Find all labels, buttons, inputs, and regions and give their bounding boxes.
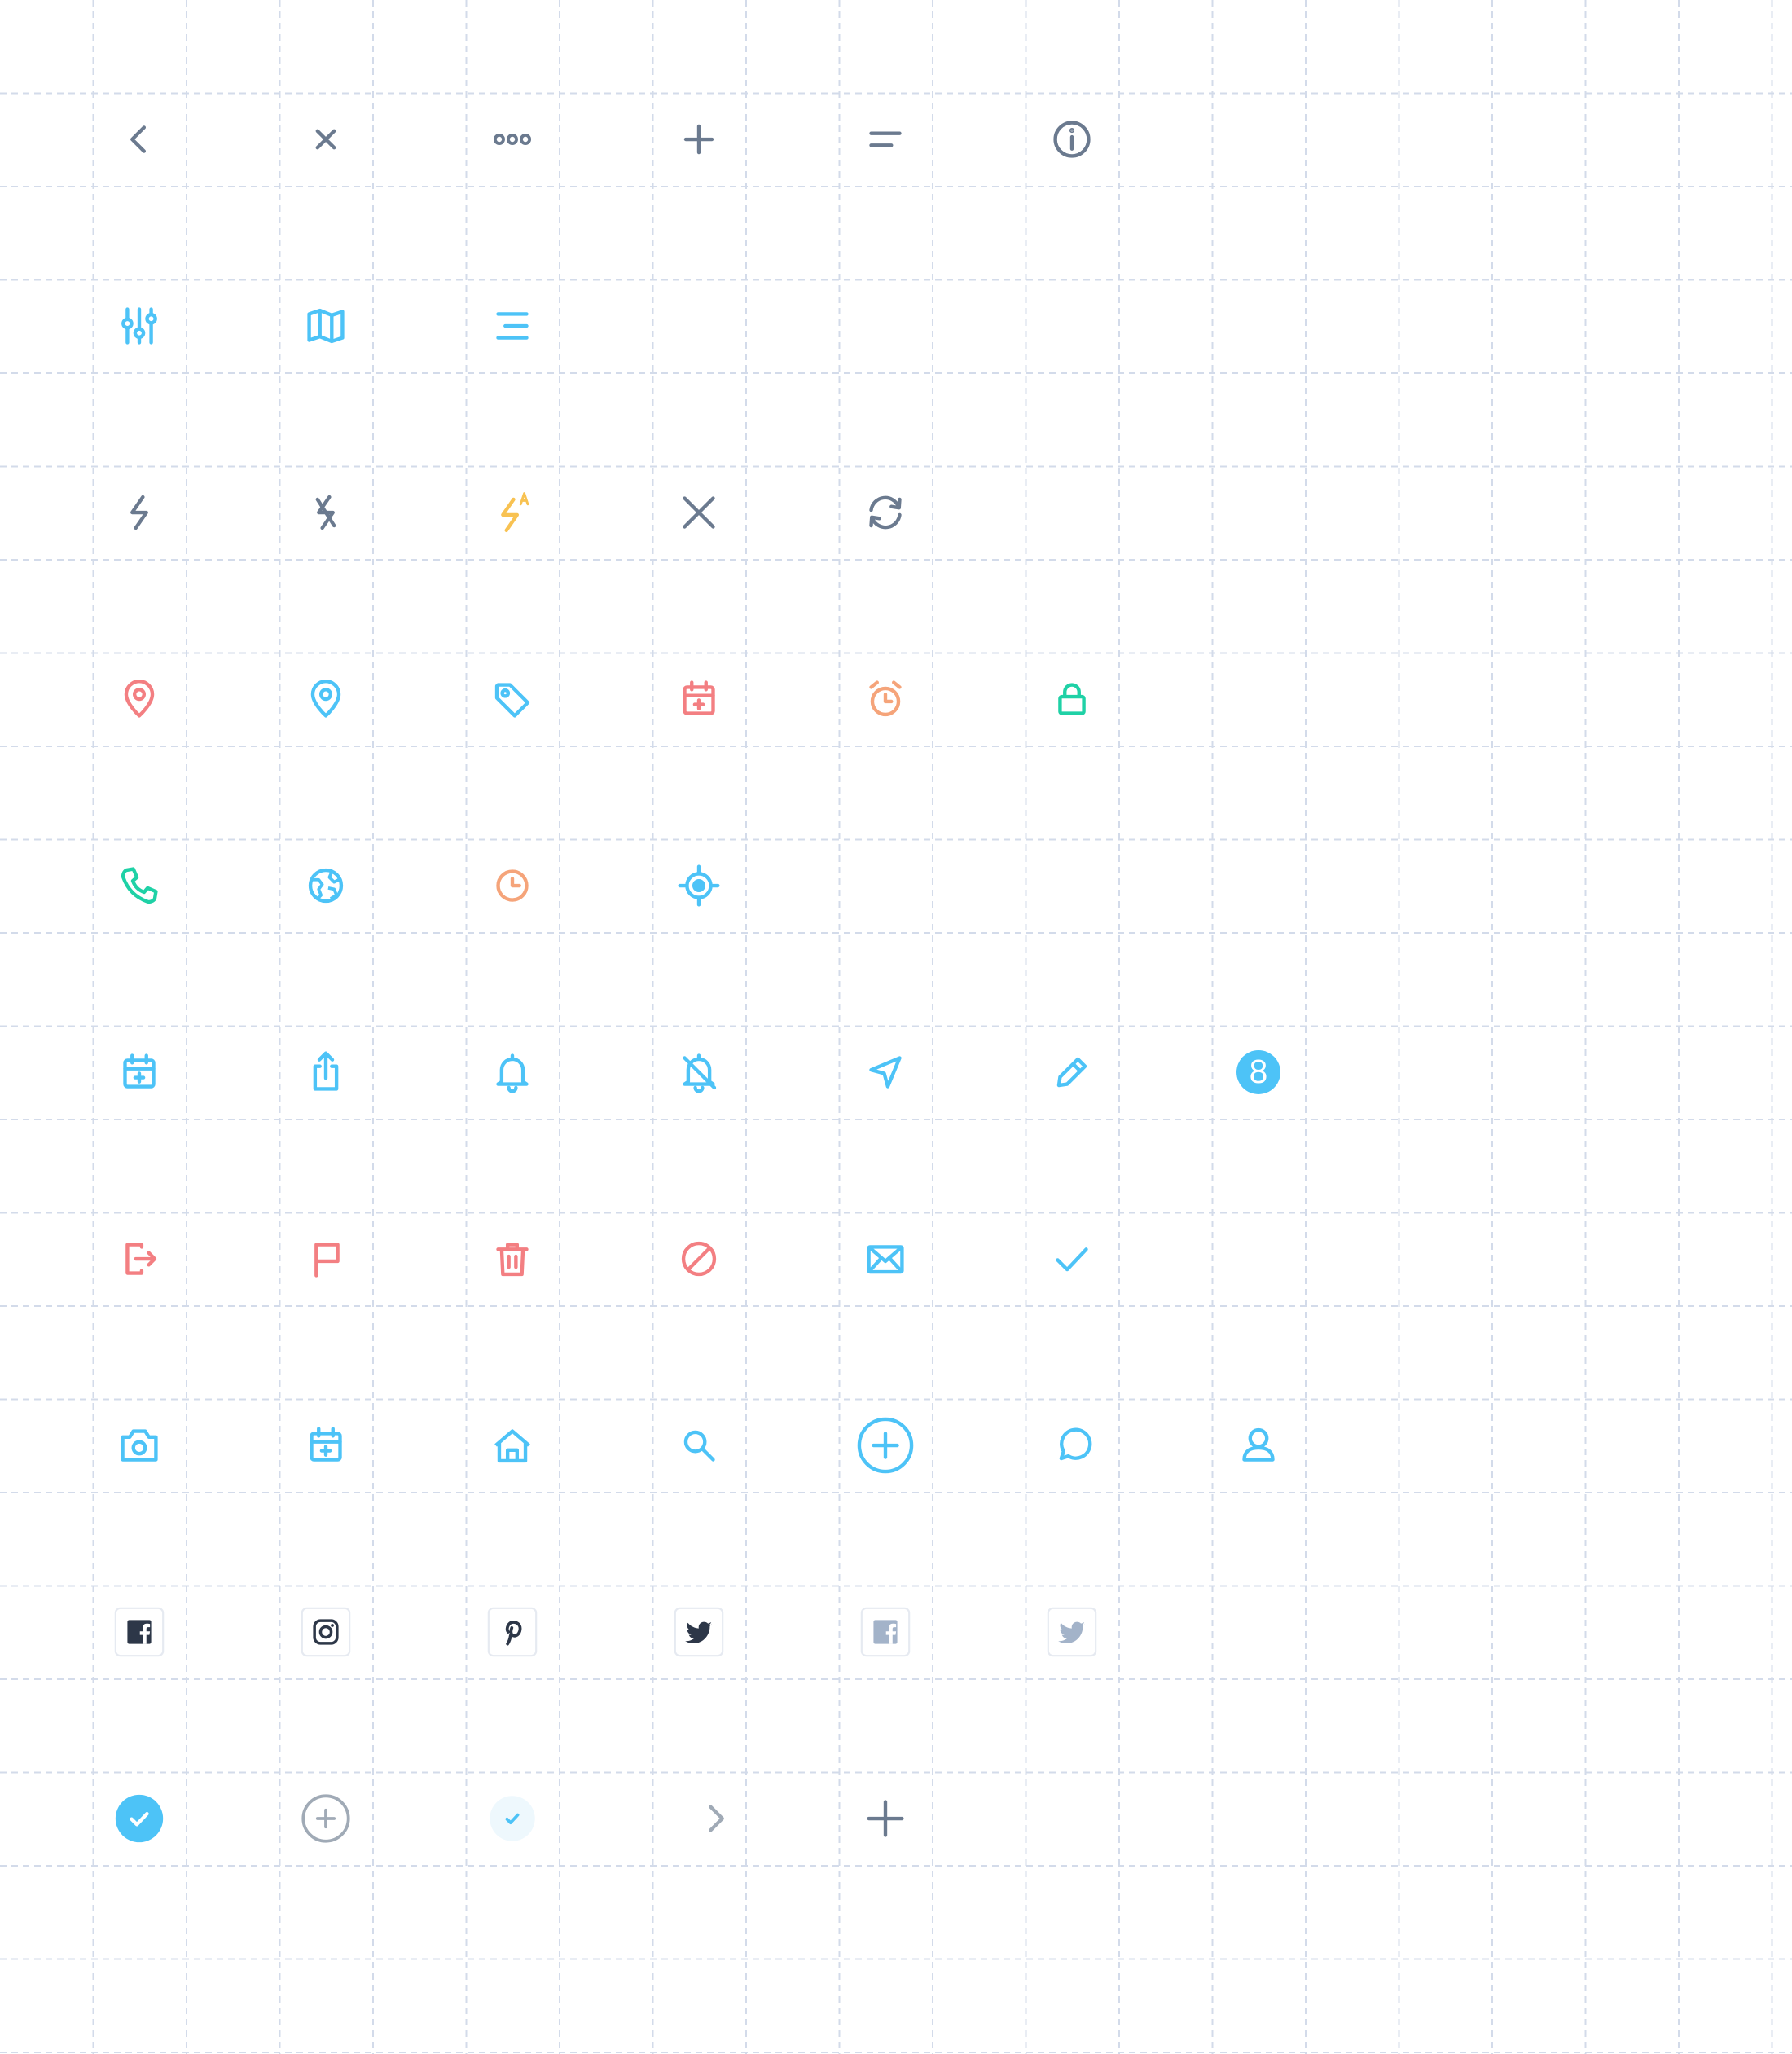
- chevron-left-icon[interactable]: [111, 111, 168, 168]
- add-circle-icon[interactable]: [857, 1417, 914, 1474]
- close-icon[interactable]: [297, 111, 354, 168]
- bell-icon[interactable]: [484, 1044, 541, 1101]
- share-icon[interactable]: [297, 1044, 354, 1101]
- check-icon[interactable]: [1043, 1230, 1100, 1287]
- check-circle-filled-icon[interactable]: [111, 1790, 168, 1847]
- flash-icon[interactable]: [111, 484, 168, 541]
- flash-off-icon[interactable]: [297, 484, 354, 541]
- calendar-add-icon[interactable]: [297, 1417, 354, 1474]
- map-icon[interactable]: [297, 297, 354, 354]
- add-circle-outline-icon[interactable]: [297, 1790, 354, 1847]
- check-circle-light-icon[interactable]: [484, 1790, 541, 1847]
- close-large-icon[interactable]: [670, 484, 727, 541]
- calendar-add-icon[interactable]: [670, 671, 727, 728]
- user-icon[interactable]: [1230, 1417, 1287, 1474]
- flag-icon[interactable]: [297, 1230, 354, 1287]
- edit-icon[interactable]: [1043, 1044, 1100, 1101]
- badge-icon[interactable]: 8: [1230, 1044, 1287, 1101]
- locate-icon[interactable]: [670, 857, 727, 914]
- dashed-grid: [0, 0, 1792, 2054]
- align-right-icon[interactable]: [484, 297, 541, 354]
- twitter-muted-icon[interactable]: [1043, 1603, 1100, 1660]
- bell-off-icon[interactable]: [670, 1044, 727, 1101]
- mail-icon[interactable]: [857, 1230, 914, 1287]
- navigation-icon[interactable]: [857, 1044, 914, 1101]
- calendar-add-icon[interactable]: [111, 1044, 168, 1101]
- lock-icon[interactable]: [1043, 671, 1100, 728]
- phone-icon[interactable]: [111, 857, 168, 914]
- facebook-icon[interactable]: [111, 1603, 168, 1660]
- icon-sheet: 8: [0, 0, 1792, 2054]
- more-horizontal-icon[interactable]: [484, 111, 541, 168]
- trash-icon[interactable]: [484, 1230, 541, 1287]
- map-pin-icon[interactable]: [111, 671, 168, 728]
- map-pin-blue-icon[interactable]: [297, 671, 354, 728]
- sliders-icon[interactable]: [111, 297, 168, 354]
- chat-icon[interactable]: [1043, 1417, 1100, 1474]
- facebook-muted-icon[interactable]: [857, 1603, 914, 1660]
- flash-auto-icon[interactable]: [484, 484, 541, 541]
- tag-icon[interactable]: [484, 671, 541, 728]
- short-text-icon[interactable]: [857, 111, 914, 168]
- search-icon[interactable]: [670, 1417, 727, 1474]
- alarm-icon[interactable]: [857, 671, 914, 728]
- clock-icon[interactable]: [484, 857, 541, 914]
- pinterest-icon[interactable]: [484, 1603, 541, 1660]
- plus-large-icon[interactable]: [857, 1790, 914, 1847]
- camera-icon[interactable]: [111, 1417, 168, 1474]
- badge-count: 8: [1250, 1053, 1268, 1090]
- instagram-icon[interactable]: [297, 1603, 354, 1660]
- chevron-right-icon[interactable]: [687, 1790, 744, 1847]
- twitter-icon[interactable]: [670, 1603, 727, 1660]
- block-icon[interactable]: [670, 1230, 727, 1287]
- home-icon[interactable]: [484, 1417, 541, 1474]
- globe-icon[interactable]: [297, 857, 354, 914]
- info-circle-icon[interactable]: [1043, 111, 1100, 168]
- refresh-icon[interactable]: [857, 484, 914, 541]
- plus-icon[interactable]: [670, 111, 727, 168]
- logout-icon[interactable]: [111, 1230, 168, 1287]
